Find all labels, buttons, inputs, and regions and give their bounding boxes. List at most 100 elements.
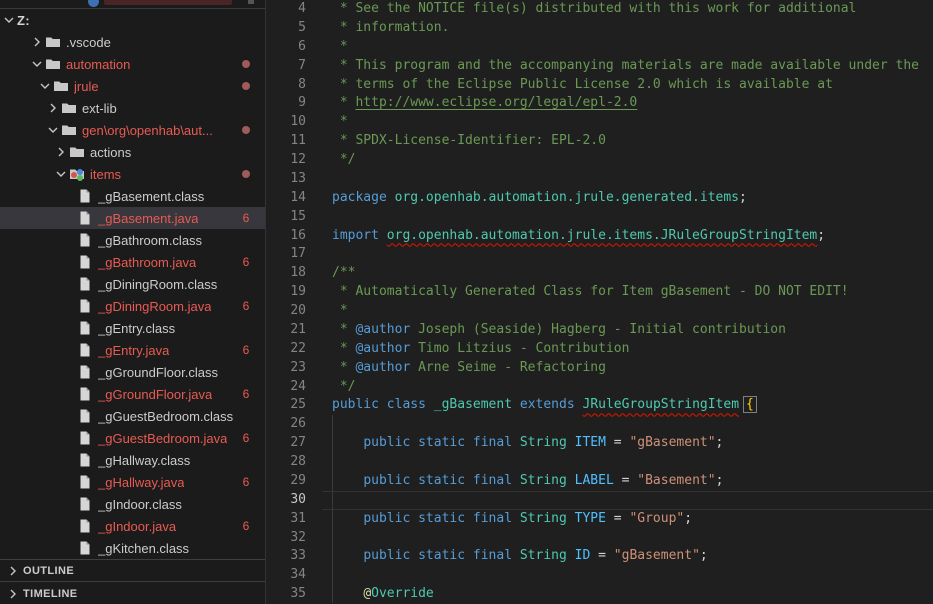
error-token: JRuleGroupStringItem xyxy=(583,397,740,412)
code-token: * terms of the Eclipse Public License 2.… xyxy=(332,77,833,92)
code-line-9[interactable]: 9 * http://www.eclipse.org/legal/epl-2.0 xyxy=(266,94,933,113)
code-line-8[interactable]: 8 * terms of the Eclipse Public License … xyxy=(266,76,933,95)
code-token xyxy=(332,586,363,601)
tree-root-z[interactable]: Z: xyxy=(0,9,265,31)
line-number: 24 xyxy=(266,378,306,397)
outline-panel-label: OUTLINE xyxy=(23,565,74,577)
file-icon xyxy=(77,518,93,534)
clipped-tree-row[interactable] xyxy=(0,0,265,9)
tree-item-actions[interactable]: actions xyxy=(0,141,265,163)
tree-item-_ghallway.java[interactable]: _gHallway.java6 xyxy=(0,471,265,493)
tree-item-_gindoor.class[interactable]: _gIndoor.class xyxy=(0,493,265,515)
tree-item-_gkitchen.class[interactable]: _gKitchen.class xyxy=(0,537,265,559)
file-tree: Z: .vscode automationjrule ext-lib gen\org\… xyxy=(0,9,265,581)
chevron-spacer xyxy=(60,452,77,468)
code-line-5[interactable]: 5 * information. xyxy=(266,19,933,38)
code-line-31[interactable]: 31 public static final String TYPE = "Gr… xyxy=(266,510,933,529)
chevron-right-icon xyxy=(52,144,69,160)
code-token: @author xyxy=(355,360,410,375)
tree-item-label: _gEntry.class xyxy=(98,321,175,336)
line-number: 6 xyxy=(266,38,306,57)
tree-item-label: _gBathroom.java xyxy=(98,255,196,270)
tree-item-.vscode[interactable]: .vscode xyxy=(0,31,265,53)
code-token: ; xyxy=(739,190,747,205)
modified-dot-badge xyxy=(237,75,255,97)
tree-item-label: _gGuestBedroom.class xyxy=(98,409,233,424)
chevron-spacer xyxy=(60,320,77,336)
code-line-11[interactable]: 11 * SPDX-License-Identifier: EPL-2.0 xyxy=(266,132,933,151)
problem-count-badge: 6 xyxy=(237,383,255,405)
code-line-26[interactable]: 26 xyxy=(266,415,933,434)
chevron-spacer xyxy=(60,408,77,424)
tree-item-_gbathroom.java[interactable]: _gBathroom.java6 xyxy=(0,251,265,273)
outline-panel-header[interactable]: OUTLINE xyxy=(0,559,265,581)
tree-item-jrule[interactable]: jrule xyxy=(0,75,265,97)
tree-item-_gbasement.java[interactable]: _gBasement.java6 xyxy=(0,207,265,229)
tree-item-_ggroundfloor.class[interactable]: _gGroundFloor.class xyxy=(0,361,265,383)
code-line-14[interactable]: 14package org.openhab.automation.jrule.g… xyxy=(266,189,933,208)
folder-icon xyxy=(61,100,77,116)
code-line-30[interactable]: 30 xyxy=(266,491,933,510)
code-token: * xyxy=(332,114,348,129)
code-token xyxy=(575,397,583,412)
code-line-32[interactable]: 32 xyxy=(266,529,933,548)
tree-item-items[interactable]: items xyxy=(0,163,265,185)
code-line-33[interactable]: 33 public static final String ID = "gBas… xyxy=(266,547,933,566)
code-token: String xyxy=(520,473,567,488)
tree-item-_gguestbedroom.java[interactable]: _gGuestBedroom.java6 xyxy=(0,427,265,449)
line-number: 30 xyxy=(266,491,306,510)
tree-item-_ghallway.class[interactable]: _gHallway.class xyxy=(0,449,265,471)
tree-item-_gentry.java[interactable]: _gEntry.java6 xyxy=(0,339,265,361)
code-line-24[interactable]: 24 */ xyxy=(266,378,933,397)
tree-item-_gindoor.java[interactable]: _gIndoor.java6 xyxy=(0,515,265,537)
code-line-35[interactable]: 35 @Override xyxy=(266,585,933,604)
code-line-4[interactable]: 4 * See the NOTICE file(s) distributed w… xyxy=(266,0,933,19)
tree-item-label: ext-lib xyxy=(82,101,117,116)
code-line-7[interactable]: 7 * This program and the accompanying ma… xyxy=(266,57,933,76)
code-line-22[interactable]: 22 * @author Timo Litzius - Contribution xyxy=(266,340,933,359)
line-number: 19 xyxy=(266,283,306,302)
code-token: * xyxy=(332,341,355,356)
code-token: String xyxy=(520,511,567,526)
code-line-6[interactable]: 6 * xyxy=(266,38,933,57)
tree-item-ext-lib[interactable]: ext-lib xyxy=(0,97,265,119)
code-line-10[interactable]: 10 * xyxy=(266,113,933,132)
tree-item-gen-org-openhab-aut...[interactable]: gen\org\openhab\aut... xyxy=(0,119,265,141)
chevron-down-icon xyxy=(44,122,61,138)
code-line-19[interactable]: 19 * Automatically Generated Class for I… xyxy=(266,283,933,302)
code-line-34[interactable]: 34 xyxy=(266,566,933,585)
tree-item-_gentry.class[interactable]: _gEntry.class xyxy=(0,317,265,339)
code-line-21[interactable]: 21 * @author Joseph (Seaside) Hagberg - … xyxy=(266,321,933,340)
code-line-18[interactable]: 18/** xyxy=(266,264,933,283)
code-line-23[interactable]: 23 * @author Arne Seime - Refactoring xyxy=(266,359,933,378)
code-line-29[interactable]: 29 public static final String LABEL = "B… xyxy=(266,472,933,491)
code-line-12[interactable]: 12 */ xyxy=(266,151,933,170)
code-token xyxy=(332,473,363,488)
code-line-28[interactable]: 28 xyxy=(266,453,933,472)
code-line-16[interactable]: 16import org.openhab.automation.jrule.it… xyxy=(266,227,933,246)
code-token: * SPDX-License-Identifier: EPL-2.0 xyxy=(332,133,606,148)
code-line-13[interactable]: 13 xyxy=(266,170,933,189)
code-editor: 4 * See the NOTICE file(s) distributed w… xyxy=(266,0,933,604)
line-number: 9 xyxy=(266,94,306,113)
tree-item-label: .vscode xyxy=(66,35,111,50)
code-line-27[interactable]: 27 public static final String ITEM = "gB… xyxy=(266,434,933,453)
tree-item-_gdiningroom.class[interactable]: _gDiningRoom.class xyxy=(0,273,265,295)
timeline-panel-header[interactable]: TIMELINE xyxy=(0,581,265,604)
code-line-20[interactable]: 20 * xyxy=(266,302,933,321)
code-line-content: import org.openhab.automation.jrule.item… xyxy=(332,227,825,246)
tree-item-label: _gBasement.class xyxy=(98,189,204,204)
file-icon xyxy=(77,342,93,358)
tree-item-_ggroundfloor.java[interactable]: _gGroundFloor.java 6 xyxy=(0,383,265,405)
tree-item-automation[interactable]: automation xyxy=(0,53,265,75)
code-line-15[interactable]: 15 xyxy=(266,208,933,227)
code-line-25[interactable]: 25public class _gBasement extends JRuleG… xyxy=(266,396,933,415)
tree-item-label: _gGroundFloor.java xyxy=(98,387,212,402)
code-line-17[interactable]: 17 xyxy=(266,245,933,264)
line-number: 33 xyxy=(266,547,306,566)
tree-item-_gbasement.class[interactable]: _gBasement.class xyxy=(0,185,265,207)
line-number: 34 xyxy=(266,566,306,585)
tree-item-_gbathroom.class[interactable]: _gBathroom.class xyxy=(0,229,265,251)
tree-item-_gdiningroom.java[interactable]: _gDiningRoom.java6 xyxy=(0,295,265,317)
tree-item-_gguestbedroom.class[interactable]: _gGuestBedroom.class xyxy=(0,405,265,427)
